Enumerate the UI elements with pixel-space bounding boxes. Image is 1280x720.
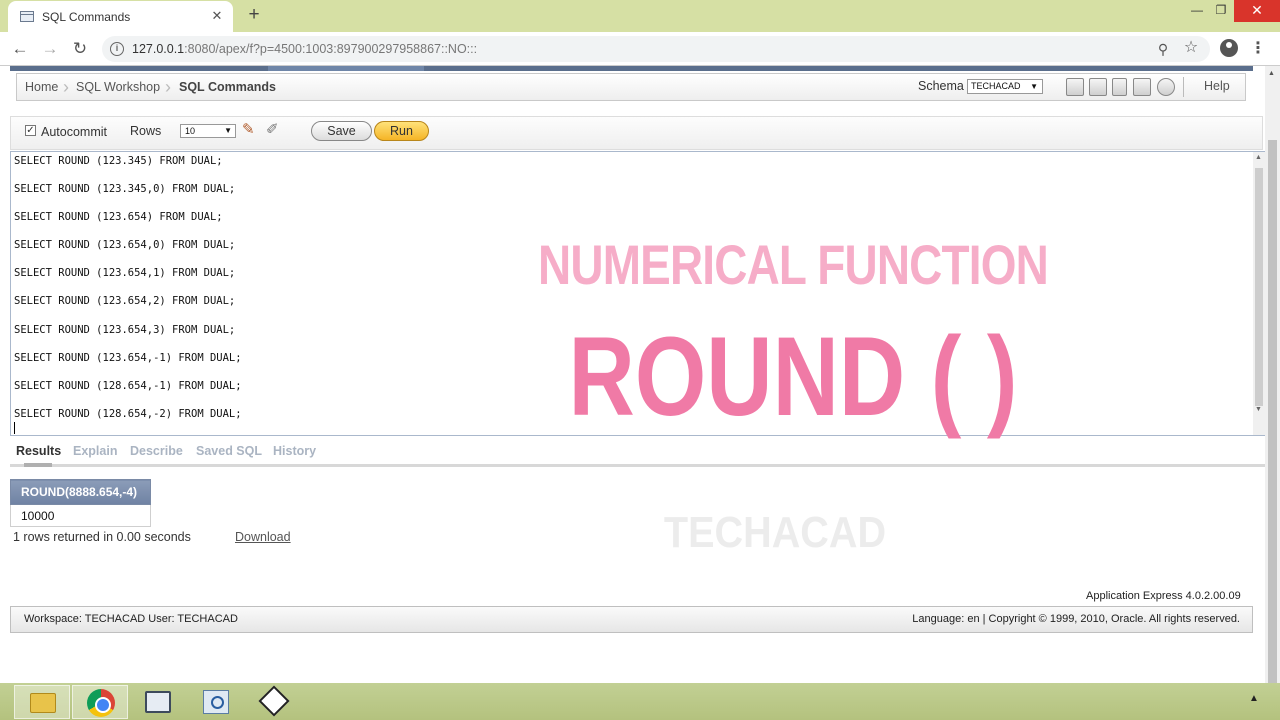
text-caret — [14, 422, 15, 434]
scroll-up-arrow-icon[interactable]: ▲ — [1255, 154, 1262, 161]
window-maximize-button[interactable]: ❐ — [1204, 0, 1238, 22]
tab-describe[interactable]: Describe — [130, 444, 183, 458]
page-scrollbar-thumb[interactable] — [1268, 140, 1277, 720]
table-cell: 10000 — [10, 504, 151, 527]
address-bar[interactable]: i 127.0.0.1:8080/apex/f?p=4500:1003:8979… — [102, 36, 1210, 62]
find-tables-icon[interactable]: ✐ — [266, 121, 284, 139]
utilities-gear-icon[interactable] — [1157, 78, 1175, 96]
overlay-brand-watermark: TECHACAD — [663, 508, 887, 557]
chrome-icon — [87, 689, 115, 717]
forward-arrow-icon[interactable]: → — [40, 39, 60, 59]
window-icon — [145, 691, 171, 713]
scroll-down-arrow-icon[interactable]: ▼ — [1255, 406, 1262, 413]
table-row: 10000 — [10, 504, 151, 527]
download-link[interactable]: Download — [235, 530, 291, 544]
apex-version-text: Application Express 4.0.2.00.09 — [1086, 590, 1241, 602]
sql-line: SELECT ROUND (123.654,2) FROM DUAL; — [14, 295, 236, 308]
help-link[interactable]: Help — [1204, 79, 1230, 93]
browser-toolbar: ← → ↻ i 127.0.0.1:8080/apex/f?p=4500:100… — [0, 32, 1280, 66]
editor-scrollbar[interactable]: ▲ ▼ — [1253, 152, 1265, 435]
schema-label: Schema — [918, 79, 964, 93]
active-tab-indicator — [24, 463, 52, 467]
sql-scripts-icon[interactable] — [1089, 78, 1107, 96]
run-button[interactable]: Run — [374, 121, 429, 141]
clear-command-eraser-icon[interactable]: ✎ — [242, 121, 260, 139]
overlay-title: NUMERICAL FUNCTION — [538, 233, 1049, 296]
rows-label: Rows — [130, 124, 162, 138]
tray-expand-arrow-icon[interactable]: ▲ — [1249, 693, 1259, 704]
back-arrow-icon[interactable]: ← — [10, 39, 30, 59]
tab-saved-sql[interactable]: Saved SQL — [196, 444, 262, 458]
sql-command-toolbar: ✓ Autocommit Rows 10 ✎ ✐ Save Run — [10, 116, 1263, 150]
sql-line: SELECT ROUND (123.345,0) FROM DUAL; — [14, 183, 236, 196]
browser-menu-icon[interactable]: ⋮ — [1250, 39, 1266, 59]
rows-returned-text: 1 rows returned in 0.00 seconds — [13, 530, 191, 544]
sql-text: SELECT ROUND (123.345) FROM DUAL; SELECT… — [14, 155, 474, 435]
autocommit-checkbox[interactable]: ✓ — [25, 125, 36, 136]
footer-copyright-text: Language: en | Copyright © 1999, 2010, O… — [912, 613, 1240, 625]
breadcrumb: Home › SQL Workshop › SQL Commands Schem… — [16, 73, 1246, 101]
breadcrumb-sql-commands: SQL Commands — [179, 80, 277, 94]
sql-line: SELECT ROUND (123.654,0) FROM DUAL; — [14, 239, 236, 252]
sql-line: SELECT ROUND (123.654) FROM DUAL; — [14, 211, 223, 224]
column-header: ROUND(8888.654,-4) — [10, 479, 151, 505]
sql-line: SELECT ROUND (123.654,3) FROM DUAL; — [14, 323, 236, 336]
sql-commands-icon[interactable] — [1066, 78, 1084, 96]
site-info-icon[interactable]: i — [110, 42, 124, 56]
magnifier-app-icon — [203, 690, 229, 714]
url-host: 127.0.0.1 — [132, 42, 185, 56]
folder-icon — [30, 693, 56, 713]
apex-top-strip — [10, 66, 1253, 71]
taskbar-tool-app[interactable] — [246, 685, 302, 719]
sql-line: SELECT ROUND (123.345) FROM DUAL; — [14, 155, 223, 167]
header-divider — [1183, 77, 1184, 97]
sql-line: SELECT ROUND (128.654,-1) FROM DUAL; — [14, 379, 242, 392]
zoom-icon[interactable]: ⚲ — [1154, 40, 1172, 58]
taskbar-file-explorer[interactable] — [14, 685, 70, 719]
tab-title: SQL Commands — [42, 10, 131, 24]
scroll-up-arrow-icon[interactable]: ▲ — [1268, 70, 1275, 77]
apex-top-tab-segment — [268, 66, 424, 71]
table-header-row: ROUND(8888.654,-4) — [10, 479, 151, 505]
url-text[interactable]: 127.0.0.1:8080/apex/f?p=4500:1003:897900… — [132, 42, 477, 56]
editor-scrollbar-thumb[interactable] — [1255, 168, 1263, 406]
autocommit-label: Autocommit — [41, 125, 107, 139]
overlay-function-name: ROUND ( ) — [568, 314, 1018, 439]
result-tabs: Results Explain Describe Saved SQL Histo… — [10, 441, 1266, 467]
browser-tab[interactable]: SQL Commands ✕ — [8, 1, 233, 32]
tab-explain[interactable]: Explain — [73, 444, 117, 458]
tab-results[interactable]: Results — [16, 444, 61, 458]
new-tab-button[interactable]: + — [244, 5, 264, 25]
bookmark-star-icon[interactable]: ☆ — [1182, 39, 1200, 57]
window-close-button[interactable]: ✕ — [1234, 0, 1280, 22]
breadcrumb-separator-icon: › — [63, 77, 69, 97]
page-favicon-icon — [20, 11, 34, 22]
breadcrumb-separator-icon: › — [165, 77, 171, 97]
sql-line: SELECT ROUND (128.654,-2) FROM DUAL; — [14, 407, 242, 420]
results-table: ROUND(8888.654,-4) 10000 — [10, 479, 151, 527]
reload-icon[interactable]: ↻ — [70, 39, 90, 59]
taskbar-chrome[interactable] — [72, 685, 128, 719]
footer-bar: Workspace: TECHACAD User: TECHACAD Langu… — [10, 606, 1253, 633]
tool-icon — [258, 685, 290, 717]
browser-tab-strip: SQL Commands ✕ + — ❐ ✕ — [0, 0, 1280, 32]
sql-line: SELECT ROUND (123.654,-1) FROM DUAL; — [14, 351, 242, 364]
taskbar: ▲ — [0, 683, 1280, 720]
breadcrumb-home[interactable]: Home — [25, 80, 58, 94]
url-path: :8080/apex/f?p=4500:1003:897900297958867… — [184, 42, 478, 56]
breadcrumb-sql-workshop[interactable]: SQL Workshop — [76, 80, 160, 94]
save-button[interactable]: Save — [311, 121, 372, 141]
query-builder-icon[interactable] — [1133, 78, 1151, 96]
footer-workspace-text: Workspace: TECHACAD User: TECHACAD — [24, 613, 238, 625]
taskbar-window-app[interactable] — [130, 685, 186, 719]
taskbar-search-app[interactable] — [188, 685, 244, 719]
rows-select[interactable]: 10 — [180, 124, 236, 138]
schema-select[interactable]: TECHACAD — [967, 79, 1043, 94]
tab-history[interactable]: History — [273, 444, 316, 458]
object-browser-icon[interactable] — [1112, 78, 1127, 96]
tab-close-icon[interactable]: ✕ — [209, 8, 225, 24]
profile-avatar-icon[interactable] — [1220, 39, 1238, 57]
sql-line: SELECT ROUND (123.654,1) FROM DUAL; — [14, 267, 236, 280]
page-scrollbar[interactable]: ▲ — [1265, 66, 1280, 720]
